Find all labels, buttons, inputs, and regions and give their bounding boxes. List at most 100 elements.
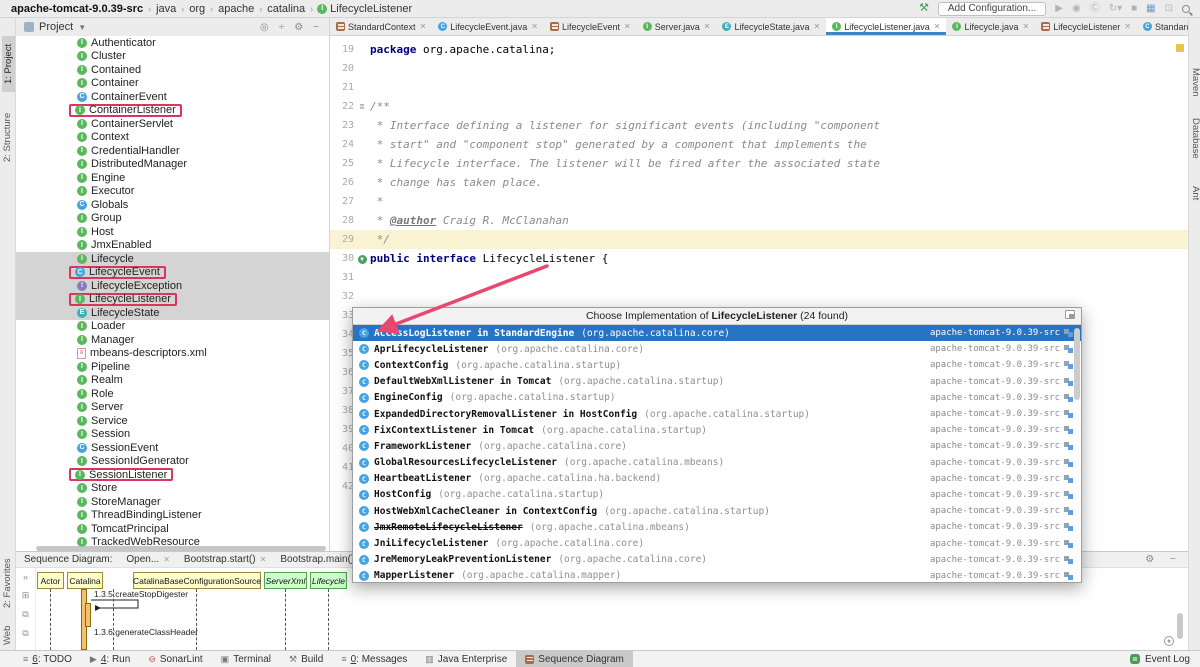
diagram-box-serverxml[interactable]: ServerXml: [264, 572, 307, 589]
zoom-control-icon[interactable]: ●: [1164, 636, 1174, 646]
tree-item-sessionevent[interactable]: CSessionEvent: [16, 441, 329, 455]
tree-item-contained[interactable]: IContained: [16, 63, 329, 77]
tab-lifecycle-java[interactable]: ILifecycle.java✕: [946, 18, 1035, 35]
implementation-item-mapperlistener[interactable]: CMapperListener(org.apache.catalina.mapp…: [353, 568, 1081, 583]
popup-scrollbar[interactable]: [1074, 328, 1080, 400]
collapse-toolbar-icon[interactable]: »: [23, 572, 28, 582]
tree-item-engine[interactable]: IEngine: [16, 171, 329, 185]
tree-item-realm[interactable]: IRealm: [16, 374, 329, 388]
close-icon[interactable]: ✕: [704, 22, 711, 31]
implementation-item-aprlifecyclelistener[interactable]: CAprLifecycleListener(org.apache.catalin…: [353, 341, 1081, 357]
tree-item-server[interactable]: IServer: [16, 401, 329, 415]
implementation-item-fixcontextlistener[interactable]: CFixContextListener in Tomcat(org.apache…: [353, 422, 1081, 438]
status-item-sequence-diagram[interactable]: Sequence Diagram: [516, 651, 633, 667]
breadcrumb-item[interactable]: org: [188, 3, 206, 15]
coverage-icon[interactable]: Ⓒ: [1090, 4, 1100, 14]
tree-item-lifecycleevent[interactable]: CLifecycleEvent: [16, 266, 329, 280]
implementation-item-jrememoryleakpreventionlistener[interactable]: CJreMemoryLeakPreventionListener(org.apa…: [353, 552, 1081, 568]
status-item-java-enterprise[interactable]: ▥Java Enterprise: [416, 651, 516, 667]
close-icon[interactable]: ✕: [1124, 22, 1131, 31]
breadcrumb-item[interactable]: LifecycleListener: [329, 3, 413, 15]
close-icon[interactable]: ✕: [420, 22, 427, 31]
sequence-vertical-scrollbar[interactable]: [1177, 613, 1183, 639]
diagram-box-catalinabaseconfigurationsource[interactable]: CatalinaBaseConfigurationSource: [133, 572, 261, 589]
project-panel-title[interactable]: Project: [39, 21, 73, 33]
search-icon[interactable]: [1182, 5, 1190, 13]
tree-item-lifecyclelistener[interactable]: ILifecycleListener: [16, 293, 329, 307]
implementation-item-expandeddirectoryremovallistener[interactable]: CExpandedDirectoryRemovalListener in Hos…: [353, 406, 1081, 422]
inspection-stripe-marker[interactable]: [1176, 44, 1184, 52]
implementation-item-accessloglistener[interactable]: CAccessLogListener in StandardEngine(org…: [353, 325, 1081, 341]
tool-strip-ant[interactable]: Ant: [1190, 186, 1200, 200]
tree-item-credentialhandler[interactable]: ICredentialHandler: [16, 144, 329, 158]
gear-icon[interactable]: ⚙: [1145, 554, 1154, 565]
status-item-todo[interactable]: ≡6: TODO: [14, 651, 81, 667]
diagram-box-lifecycle[interactable]: Lifecycle: [310, 572, 347, 589]
status-item-messages[interactable]: ≡0: Messages: [332, 651, 416, 667]
implementation-item-engineconfig[interactable]: CEngineConfig(org.apache.catalina.startu…: [353, 390, 1081, 406]
tree-item-pipeline[interactable]: IPipeline: [16, 360, 329, 374]
tab-lifecyclestate-java[interactable]: ELifecycleState.java✕: [716, 18, 826, 35]
copy-diagram-icon[interactable]: ⧉: [22, 628, 28, 639]
sequence-gutter-icon[interactable]: ≣: [354, 102, 370, 111]
diagram-tab-open-[interactable]: Open...✕: [126, 554, 170, 565]
breadcrumb-item[interactable]: java: [155, 3, 177, 15]
close-icon[interactable]: ✕: [531, 22, 538, 31]
save-diagram-icon[interactable]: ⧉: [22, 609, 28, 620]
tool-strip-database[interactable]: Database: [1190, 118, 1200, 159]
tree-item-context[interactable]: IContext: [16, 131, 329, 145]
tree-item-jmxenabled[interactable]: IJmxEnabled: [16, 239, 329, 253]
tab-standardserver-java[interactable]: CStandardServer.java✕: [1137, 18, 1188, 35]
stop-icon[interactable]: ■: [1131, 4, 1137, 14]
diagram-tab-bootstrap-start-[interactable]: Bootstrap.start()✕: [184, 554, 266, 565]
collapse-all-icon[interactable]: ÷: [279, 22, 285, 33]
tree-item-distributedmanager[interactable]: IDistributedManager: [16, 158, 329, 172]
close-icon[interactable]: ✕: [624, 22, 631, 31]
tree-item-host[interactable]: IHost: [16, 225, 329, 239]
tab-lifecycleevent-java[interactable]: CLifecycleEvent.java✕: [432, 18, 544, 35]
status-item-build[interactable]: ⚒Build: [280, 651, 332, 667]
implementation-item-jnilifecyclelistener[interactable]: CJniLifecycleListener(org.apache.catalin…: [353, 535, 1081, 551]
status-item-sonarlint[interactable]: ⊖SonarLint: [139, 651, 211, 667]
tool-strip--favorites[interactable]: 2: Favorites: [2, 558, 13, 608]
build-hammer-icon[interactable]: ⚒: [919, 3, 929, 14]
tree-item-executor[interactable]: IExecutor: [16, 185, 329, 199]
tree-item-mbeans-descriptors-xml[interactable]: ≡mbeans-descriptors.xml: [16, 347, 329, 361]
add-configuration-button[interactable]: Add Configuration...: [938, 2, 1046, 16]
tree-item-service[interactable]: IService: [16, 414, 329, 428]
tree-item-group[interactable]: IGroup: [16, 212, 329, 226]
implementation-item-hostwebxmlcachecleaner[interactable]: CHostWebXmlCacheCleaner in ContextConfig…: [353, 503, 1081, 519]
event-log-item[interactable]: ≣ Event Log: [1130, 654, 1200, 665]
tab-lifecycleevent[interactable]: LifecycleEvent✕: [544, 18, 637, 35]
tab-standardcontext[interactable]: StandardContext✕: [330, 18, 432, 35]
tree-item-manager[interactable]: IManager: [16, 333, 329, 347]
implemented-gutter-icon[interactable]: ▼: [354, 254, 370, 264]
attach-icon[interactable]: ▦: [1146, 4, 1155, 14]
tree-item-sessionidgenerator[interactable]: ISessionIdGenerator: [16, 455, 329, 469]
gear-icon[interactable]: ⚙: [294, 22, 303, 33]
breadcrumb-item[interactable]: apache-tomcat-9.0.39-src: [10, 3, 144, 15]
close-icon[interactable]: ✕: [260, 555, 267, 564]
locate-icon[interactable]: ◎: [260, 22, 269, 33]
tool-strip--project[interactable]: 1: Project: [2, 36, 15, 92]
tool-strip-web[interactable]: Web: [2, 626, 13, 645]
tree-item-containerevent[interactable]: CContainerEvent: [16, 90, 329, 104]
breadcrumb-item[interactable]: apache: [217, 3, 255, 15]
tree-item-role[interactable]: IRole: [16, 387, 329, 401]
implementation-item-defaultwebxmllistener[interactable]: CDefaultWebXmlListener in Tomcat(org.apa…: [353, 374, 1081, 390]
close-icon[interactable]: ✕: [163, 555, 170, 564]
tree-item-lifecycleexception[interactable]: !LifecycleException: [16, 279, 329, 293]
implementation-item-frameworklistener[interactable]: CFrameworkListener(org.apache.catalina.c…: [353, 438, 1081, 454]
diagram-box-actor[interactable]: Actor: [37, 572, 64, 589]
export-icon[interactable]: ⊞: [22, 590, 30, 601]
profiler-icon[interactable]: ↻▾: [1109, 4, 1122, 14]
run-icon[interactable]: ▶: [1055, 4, 1063, 14]
tree-item-container[interactable]: IContainer: [16, 77, 329, 91]
open-in-window-icon[interactable]: [1065, 310, 1075, 319]
tree-item-lifecyclestate[interactable]: ELifecycleState: [16, 306, 329, 320]
status-item-terminal[interactable]: ▣Terminal: [212, 651, 280, 667]
tree-item-lifecycle[interactable]: ILifecycle: [16, 252, 329, 266]
close-icon[interactable]: ✕: [814, 22, 821, 31]
breadcrumb-item[interactable]: catalina: [266, 3, 306, 15]
tab-lifecyclelistener[interactable]: LifecycleListener✕: [1035, 18, 1137, 35]
